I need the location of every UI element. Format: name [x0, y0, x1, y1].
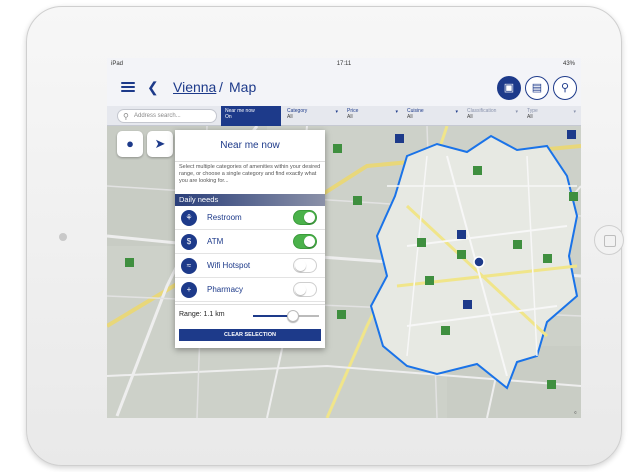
- restroom-toggle[interactable]: [293, 210, 317, 225]
- chevron-down-icon: ▾: [335, 109, 338, 115]
- amenity-row-wifi[interactable]: ≈ Wifi Hotspot: [175, 254, 325, 278]
- filter-value: All: [407, 114, 413, 120]
- clear-selection-button[interactable]: CLEAR SELECTION: [179, 329, 321, 341]
- restroom-marker[interactable]: [569, 192, 578, 201]
- restroom-marker[interactable]: [333, 144, 342, 153]
- range-label: Range: 1.1 km: [179, 311, 225, 318]
- atm-marker[interactable]: [567, 130, 576, 139]
- atm-marker[interactable]: [457, 230, 466, 239]
- filter-near-me-now[interactable]: Near me now On: [221, 106, 281, 126]
- near-me-now-panel: Near me now Select multiple categories o…: [175, 130, 325, 348]
- pharmacy-icon: +: [181, 282, 197, 298]
- amenity-label: Wifi Hotspot: [207, 261, 251, 270]
- map-view-icon[interactable]: ▣: [497, 76, 521, 100]
- amenity-label: Restroom: [207, 213, 242, 222]
- chevron-down-icon: ▾: [515, 109, 518, 115]
- restroom-marker[interactable]: [425, 276, 434, 285]
- screen: iPad 17:11 43% ❮ Vienna / Map ▣ ▤ ⚲ ⚲ Ad…: [107, 58, 581, 418]
- filter-value: All: [287, 114, 293, 120]
- restroom-marker[interactable]: [457, 250, 466, 259]
- home-button[interactable]: [594, 225, 624, 255]
- restroom-marker[interactable]: [441, 326, 450, 335]
- status-bar: iPad 17:11 43%: [107, 58, 581, 70]
- battery-level: 43%: [562, 61, 575, 67]
- restroom-marker[interactable]: [547, 380, 556, 389]
- wifi-toggle[interactable]: [293, 258, 317, 273]
- panel-title: Near me now: [175, 130, 325, 162]
- amenity-label: Pharmacy: [207, 285, 244, 294]
- section-header-daily-needs: Daily needs: [175, 194, 325, 206]
- wifi-icon: ≈: [181, 258, 197, 274]
- filter-price[interactable]: Price All ▾: [343, 106, 401, 126]
- atm-icon: $: [181, 234, 197, 250]
- back-chevron-icon[interactable]: ❮: [147, 79, 159, 96]
- breadcrumb-separator: /: [219, 79, 223, 95]
- breadcrumb-city[interactable]: Vienna: [173, 79, 216, 95]
- tablet-frame: iPad 17:11 43% ❮ Vienna / Map ▣ ▤ ⚲ ⚲ Ad…: [26, 6, 624, 466]
- range-slider[interactable]: [253, 310, 319, 322]
- range-slider-thumb[interactable]: [286, 310, 299, 322]
- search-icon[interactable]: ⚲: [553, 76, 577, 100]
- restroom-marker[interactable]: [543, 254, 552, 263]
- amenity-label: ATM: [207, 237, 224, 246]
- restroom-marker[interactable]: [125, 258, 134, 267]
- filter-bar: ⚲ Address search... Near me now On Categ…: [107, 106, 581, 126]
- chevron-down-icon: ▾: [573, 109, 576, 115]
- atm-marker[interactable]: [463, 300, 472, 309]
- address-search-input[interactable]: ⚲ Address search...: [117, 109, 217, 123]
- filter-value: All: [467, 114, 473, 120]
- locate-arrow-icon[interactable]: ➤: [147, 131, 173, 157]
- app-header: ❮ Vienna / Map ▣ ▤ ⚲: [107, 70, 581, 106]
- atm-marker[interactable]: [395, 134, 404, 143]
- restroom-marker[interactable]: [473, 166, 482, 175]
- search-magnifier-icon: ⚲: [123, 112, 129, 121]
- filter-value: All: [527, 114, 533, 120]
- restroom-marker[interactable]: [353, 196, 362, 205]
- amenity-row-restroom[interactable]: ⚘ Restroom: [175, 206, 325, 230]
- atm-toggle[interactable]: [293, 234, 317, 249]
- briefcase-icon[interactable]: ▤: [525, 76, 549, 100]
- panel-description: Select multiple categories of amenities …: [179, 164, 321, 184]
- filter-classification[interactable]: Classification All ▾: [463, 106, 521, 126]
- restroom-icon: ⚘: [181, 210, 197, 226]
- pharmacy-toggle[interactable]: [293, 282, 317, 297]
- amenity-row-pharmacy[interactable]: + Pharmacy: [175, 278, 325, 302]
- filter-type[interactable]: Type All ▾: [523, 106, 579, 126]
- search-placeholder: Address search...: [134, 113, 181, 119]
- filter-value: On: [225, 114, 232, 120]
- camera: [59, 233, 67, 241]
- filter-value: All: [347, 114, 353, 120]
- filter-cuisine[interactable]: Cuisine All ▾: [403, 106, 461, 126]
- amenity-row-atm[interactable]: $ ATM: [175, 230, 325, 254]
- page-title: Map: [229, 79, 257, 95]
- status-time: 17:11: [336, 61, 352, 67]
- map-attribution: ©: [574, 410, 577, 415]
- location-pin-icon: [473, 256, 485, 268]
- chevron-down-icon: ▾: [395, 109, 398, 115]
- restroom-marker[interactable]: [513, 240, 522, 249]
- range-control: Range: 1.1 km: [175, 304, 325, 326]
- chevron-down-icon: ▾: [455, 109, 458, 115]
- filter-category[interactable]: Category All ▾: [283, 106, 341, 126]
- map-pin-icon[interactable]: ●: [117, 131, 143, 157]
- restroom-marker[interactable]: [337, 310, 346, 319]
- restroom-marker[interactable]: [417, 238, 426, 247]
- hamburger-menu-icon[interactable]: [121, 82, 135, 93]
